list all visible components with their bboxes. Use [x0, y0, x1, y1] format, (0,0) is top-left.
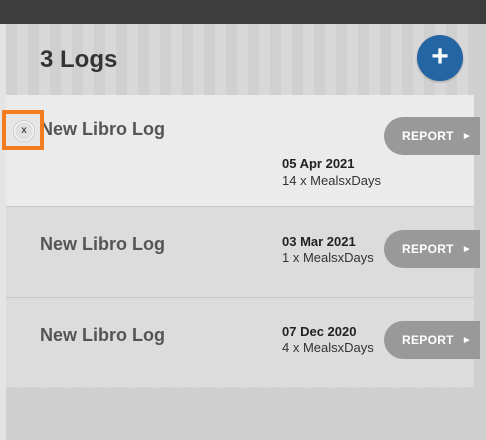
log-name: New Libro Log [40, 119, 165, 139]
log-row[interactable]: New Libro Log 07 Dec 2020 4 x MealsxDays… [6, 298, 480, 387]
report-button[interactable]: REPORT ► [384, 230, 480, 268]
log-name: New Libro Log [40, 234, 165, 254]
log-row[interactable]: New Libro Log REPORT ► 05 Apr 2021 14 x … [6, 95, 480, 206]
play-icon: ► [461, 334, 473, 346]
log-meal-count: 14 x MealsxDays [282, 173, 381, 188]
logs-panel: 3 Logs + New Libro Log REPORT ► 05 Apr 2… [6, 24, 480, 440]
page-title: 3 Logs [40, 46, 118, 73]
report-label: REPORT [402, 242, 454, 256]
empty-list-area [6, 388, 474, 440]
log-date: 07 Dec 2020 [282, 324, 357, 339]
log-meal-count: 4 x MealsxDays [282, 340, 374, 355]
logs-header: 3 Logs + [6, 24, 474, 94]
add-log-button[interactable]: + [417, 35, 463, 81]
report-label: REPORT [402, 333, 454, 347]
play-icon: ► [461, 243, 473, 255]
log-name: New Libro Log [40, 325, 165, 345]
report-label: REPORT [402, 129, 454, 143]
log-row[interactable]: New Libro Log 03 Mar 2021 1 x MealsxDays… [6, 207, 480, 297]
report-button[interactable]: REPORT ► [384, 321, 480, 359]
close-icon[interactable]: x [14, 121, 34, 141]
delete-log-highlight[interactable]: x [2, 110, 44, 150]
report-button[interactable]: REPORT ► [384, 117, 480, 155]
top-bar [0, 0, 486, 24]
log-date: 03 Mar 2021 [282, 234, 356, 249]
log-date: 05 Apr 2021 [282, 156, 355, 171]
play-icon: ► [461, 130, 473, 142]
log-meal-count: 1 x MealsxDays [282, 250, 374, 265]
